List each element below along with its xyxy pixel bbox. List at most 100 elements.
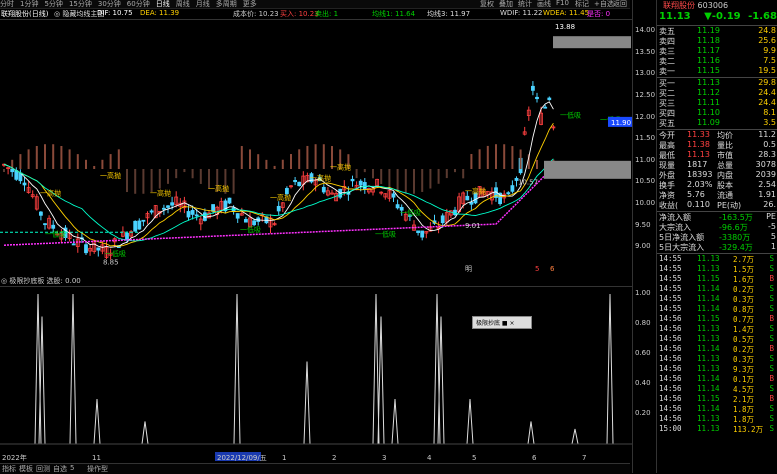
last-price: 11.13 bbox=[659, 11, 691, 22]
macd-bar bbox=[298, 149, 301, 169]
svg-text:11.90: 11.90 bbox=[611, 119, 631, 127]
quote-panel: 联翔股份 603006 11.13 ▼-0.19 -1.68% 卖五11.192… bbox=[656, 0, 777, 473]
candle bbox=[535, 92, 539, 103]
buy-signal: 买入: 10.23 bbox=[280, 10, 319, 18]
flag-value: 是否: 0 bbox=[587, 10, 611, 18]
candle bbox=[129, 230, 134, 238]
tick-row: 14:56 11.13 1.4万 S bbox=[657, 324, 777, 334]
toolbar-item[interactable]: +自选 bbox=[594, 0, 614, 8]
macd-bar bbox=[134, 169, 137, 194]
period-tab[interactable]: 分时 bbox=[0, 0, 14, 8]
flow-key: 5日大宗流入 bbox=[659, 243, 705, 252]
period-tab[interactable]: 15分钟 bbox=[69, 0, 92, 8]
signal-annotation: 一高抛 bbox=[208, 184, 229, 193]
period-tab[interactable]: 30分钟 bbox=[98, 0, 121, 8]
period-tab[interactable]: 日线 bbox=[156, 0, 170, 8]
macd-bar bbox=[273, 165, 276, 169]
macd-bar bbox=[199, 169, 202, 184]
toolbar-item[interactable]: 画线 bbox=[537, 0, 551, 8]
candle bbox=[506, 191, 511, 195]
high-price-label: 13.88 bbox=[555, 23, 575, 31]
candle bbox=[141, 219, 146, 227]
macd-bar bbox=[232, 169, 235, 194]
candle bbox=[92, 240, 97, 254]
order-book-bid-row: 买四 11.10 8.1 bbox=[657, 108, 777, 118]
order-book-bid-row: 买五 11.09 3.5 bbox=[657, 118, 777, 128]
toolbar-item[interactable]: 返回 bbox=[613, 0, 627, 8]
ask-price: 11.16 bbox=[697, 56, 720, 65]
tick-price: 11.15 bbox=[697, 274, 720, 283]
period-tab[interactable]: 月线 bbox=[196, 0, 210, 8]
tick-volume: 113.2万 bbox=[733, 425, 764, 434]
period-tab[interactable]: 周线 bbox=[176, 0, 190, 8]
tick-price: 11.13 bbox=[697, 414, 720, 423]
order-book-ask-row: 卖二 11.16 7.5 bbox=[657, 56, 777, 66]
stat-value: 1817 bbox=[687, 160, 708, 169]
candle bbox=[531, 81, 535, 96]
quote-stat-row: 最高 11.38 量比 0.5 bbox=[657, 140, 777, 150]
signal-spike bbox=[69, 293, 77, 445]
candle bbox=[350, 175, 355, 187]
macd-bar bbox=[257, 154, 260, 169]
tick-row: 14:56 11.13 0.3万 S bbox=[657, 354, 777, 364]
signal-spike bbox=[391, 398, 399, 445]
mid-price-label: 9.01 bbox=[465, 222, 481, 230]
macd-bar bbox=[35, 145, 38, 169]
macd-bar bbox=[281, 159, 284, 169]
date-label: 4 bbox=[427, 454, 432, 462]
tick-row: 14:56 11.14 0.2万 B bbox=[657, 344, 777, 354]
tick-time: 14:56 bbox=[659, 404, 682, 413]
signal-spike bbox=[377, 316, 385, 445]
signal-annotation: 一低吸 bbox=[375, 230, 396, 239]
period-tab[interactable]: 1分钟 bbox=[20, 0, 38, 8]
candle bbox=[14, 167, 19, 181]
indicator-tick: 0.40 bbox=[635, 379, 651, 387]
macd-bar bbox=[372, 169, 374, 179]
macd-bar bbox=[3, 169, 5, 172]
sell-signal: 卖出: 1 bbox=[315, 10, 339, 18]
wdif-value: WDIF: 11.22 bbox=[500, 9, 543, 17]
toolbar-item[interactable]: F10 bbox=[556, 0, 569, 7]
resistance-zone bbox=[553, 36, 631, 49]
svg-text:3: 3 bbox=[382, 454, 386, 462]
pct-change: -1.68% bbox=[748, 11, 777, 22]
signal-spike bbox=[466, 398, 474, 445]
macd-bar bbox=[290, 154, 292, 169]
toolbar-item[interactable]: 复权 bbox=[480, 0, 494, 8]
indicator-name: ◎ 极限抄底板 选股: 0.00 bbox=[1, 277, 81, 285]
quote-summary: 11.13 ▼-0.19 -1.68% bbox=[659, 11, 777, 22]
signal-spike bbox=[141, 421, 149, 445]
candle bbox=[276, 201, 281, 216]
indicator-popup[interactable]: 极限抄底 ■ × bbox=[472, 316, 532, 329]
toolbar-item[interactable]: 叠加 bbox=[499, 0, 513, 8]
macd-bar bbox=[322, 144, 325, 169]
tick-time: 14:56 bbox=[659, 394, 682, 403]
fund-flow-row: 5日净流入额 -3380万 5 bbox=[657, 232, 777, 242]
macd-bar bbox=[314, 144, 317, 169]
bottom-tab[interactable]: 5 bbox=[70, 464, 74, 472]
signal-annotation: 一低吸 bbox=[105, 249, 126, 258]
candle bbox=[330, 189, 334, 195]
indicator-header: ◎ 极限抄底板 选股: 0.00 bbox=[0, 276, 630, 286]
bid-price: 11.10 bbox=[697, 108, 720, 117]
toolbar-item[interactable]: 标记 bbox=[575, 0, 589, 8]
tick-time: 14:56 bbox=[659, 414, 682, 423]
candle bbox=[6, 167, 10, 175]
period-tab[interactable]: 5分钟 bbox=[44, 0, 62, 8]
signal-annotation: 一高抛 bbox=[310, 173, 331, 182]
candle bbox=[243, 216, 248, 223]
period-tab[interactable]: 多周期 bbox=[216, 0, 237, 8]
tick-side: S bbox=[769, 364, 774, 373]
stat-value: 11.13 bbox=[687, 150, 710, 159]
period-tab[interactable]: 60分钟 bbox=[127, 0, 150, 8]
period-tab[interactable]: 更多 bbox=[243, 0, 257, 8]
toolbar-item[interactable]: 统计 bbox=[518, 0, 532, 8]
tick-row: 14:56 11.13 9.3万 S bbox=[657, 364, 777, 374]
candle bbox=[149, 209, 154, 215]
macd-bar bbox=[44, 144, 46, 169]
candlestick-chart[interactable]: 一高抛一高抛一高抛一高抛一高抛一高抛一高抛一高抛一低吸一低吸一低吸一低吸一低吸一… bbox=[0, 19, 632, 277]
svg-text:5: 5 bbox=[472, 454, 476, 462]
indicator-chart[interactable]: 2022年 11 2022/12/09/五 1 2 3 4 5 6 7 bbox=[0, 286, 632, 462]
tick-time: 15:00 bbox=[659, 424, 682, 433]
svg-text:7: 7 bbox=[582, 454, 586, 462]
